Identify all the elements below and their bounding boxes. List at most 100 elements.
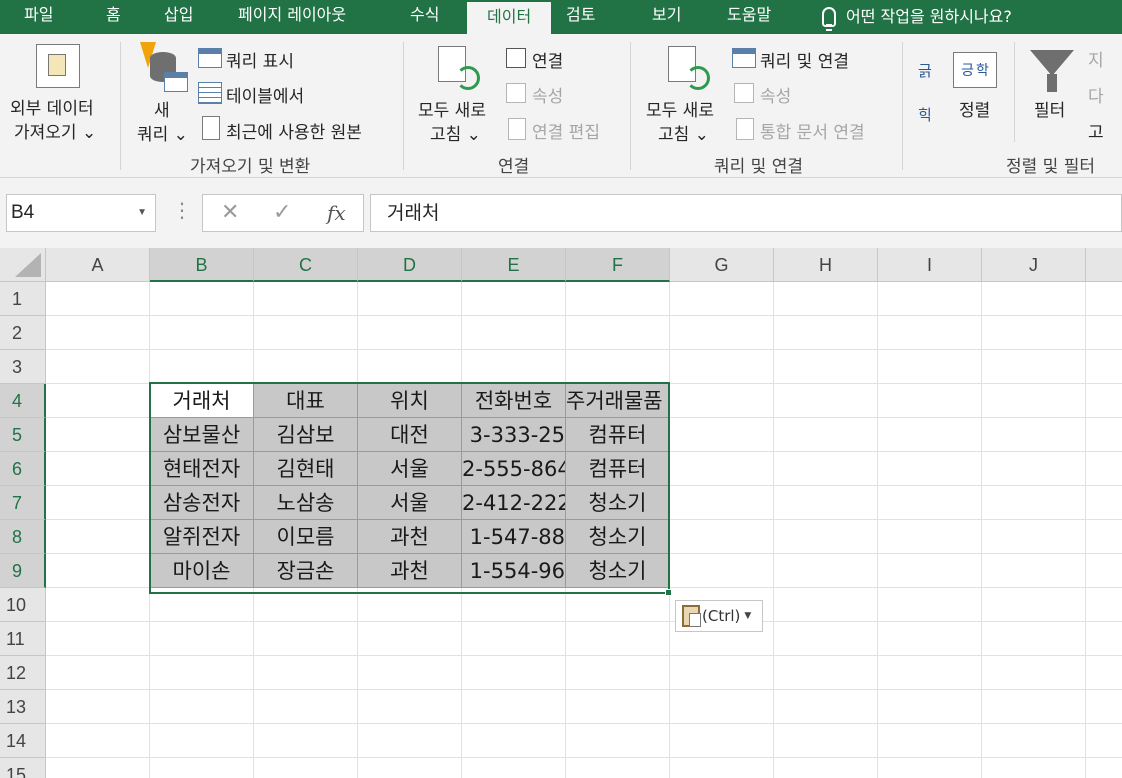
gridline: [877, 282, 878, 778]
cell-c4[interactable]: 대표: [254, 384, 358, 418]
column-header-k-partial[interactable]: [1086, 248, 1122, 282]
column-header-j[interactable]: J: [982, 248, 1086, 282]
tab-view[interactable]: 보기: [652, 0, 681, 34]
chevron-down-icon: ▼: [744, 611, 752, 621]
cell-e7[interactable]: 2-412-222: [462, 486, 566, 520]
row-header-8[interactable]: 8: [0, 520, 46, 554]
cancel-icon[interactable]: ✕: [221, 195, 239, 231]
row-header-15[interactable]: 15: [0, 758, 46, 778]
enter-icon[interactable]: ✓: [273, 195, 291, 231]
cell-b4[interactable]: 거래처: [150, 384, 254, 418]
drag-handle-icon[interactable]: ⋮: [172, 200, 192, 220]
advanced-filter-label: 고: [1088, 123, 1104, 143]
row-header-4[interactable]: 4: [0, 384, 46, 418]
cell-c9[interactable]: 장금손: [254, 554, 358, 588]
gridline: [46, 757, 1122, 758]
column-header-f[interactable]: F: [566, 248, 670, 282]
select-all-button[interactable]: [0, 248, 46, 282]
column-header-c[interactable]: C: [254, 248, 358, 282]
cell-f8[interactable]: 청소기: [566, 520, 670, 554]
edit-links-icon: [508, 118, 526, 140]
cell-d5[interactable]: 대전: [358, 418, 462, 452]
cell-d6[interactable]: 서울: [358, 452, 462, 486]
cell-b9[interactable]: 마이손: [150, 554, 254, 588]
row-header-13[interactable]: 13: [0, 690, 46, 724]
group-label-queries-connections: 쿼리 및 연결: [714, 157, 804, 177]
tab-data[interactable]: 데이터: [467, 0, 552, 34]
cell-e8[interactable]: 1-547-88: [462, 520, 566, 554]
row-header-5[interactable]: 5: [0, 418, 46, 452]
gridline: [981, 282, 982, 778]
cell-f9[interactable]: 청소기: [566, 554, 670, 588]
cell-e4[interactable]: 전화번호: [462, 384, 566, 418]
name-box[interactable]: B4 ▼: [6, 194, 156, 232]
column-header-d[interactable]: D: [358, 248, 462, 282]
tab-file[interactable]: 파일: [24, 0, 53, 34]
row-header-6[interactable]: 6: [0, 452, 46, 486]
row-header-14[interactable]: 14: [0, 724, 46, 758]
column-header-e[interactable]: E: [462, 248, 566, 282]
show-queries-label: 쿼리 표시: [226, 52, 294, 72]
column-header-a[interactable]: A: [46, 248, 150, 282]
row-header-9[interactable]: 9: [0, 554, 46, 588]
row-header-11[interactable]: 11: [0, 622, 46, 656]
tab-formulas[interactable]: 수식: [410, 0, 439, 34]
cell-c6[interactable]: 김현태: [254, 452, 358, 486]
cell-c7[interactable]: 노삼송: [254, 486, 358, 520]
row-header-2[interactable]: 2: [0, 316, 46, 350]
cell-c5[interactable]: 김삼보: [254, 418, 358, 452]
group-divider: [120, 42, 121, 170]
menu-bar: 파일 홈 삽입 페이지 레이아웃 수식 데이터 검토 보기 도움말 어떤 작업을…: [0, 0, 1122, 34]
row-header-3[interactable]: 3: [0, 350, 46, 384]
tab-review[interactable]: 검토: [566, 0, 595, 34]
group-divider: [403, 42, 404, 170]
cell-c8[interactable]: 이모름: [254, 520, 358, 554]
group-divider: [1014, 42, 1015, 142]
cell-e9[interactable]: 1-554-96: [462, 554, 566, 588]
row-header-1[interactable]: 1: [0, 282, 46, 316]
cell-f6[interactable]: 컴퓨터: [566, 452, 670, 486]
cell-d7[interactable]: 서울: [358, 486, 462, 520]
cell-e5[interactable]: 3-333-25: [462, 418, 566, 452]
properties-label-2: 속성: [760, 87, 792, 107]
group-label-connections: 연결: [498, 157, 530, 177]
new-query-label-2: 쿼리 ⌄: [137, 125, 188, 145]
formula-input[interactable]: 거래처: [370, 194, 1122, 232]
cell-d4[interactable]: 위치: [358, 384, 462, 418]
worksheet-grid[interactable]: A B C D E F G H I J 1 2 3 4 5 6 7 8 9 10…: [0, 248, 1122, 778]
insert-function-icon[interactable]: fx: [327, 195, 346, 231]
row-header-7[interactable]: 7: [0, 486, 46, 520]
cell-d8[interactable]: 과천: [358, 520, 462, 554]
column-header-g[interactable]: G: [670, 248, 774, 282]
cell-b8[interactable]: 알쥐전자: [150, 520, 254, 554]
from-table-icon: [198, 82, 222, 104]
column-header-b[interactable]: B: [150, 248, 254, 282]
edit-links-label: 연결 편집: [532, 123, 600, 143]
cell-f7[interactable]: 청소기: [566, 486, 670, 520]
gridline: [46, 349, 1122, 350]
formula-buttons: ✕ ✓ fx: [202, 194, 364, 232]
fill-handle[interactable]: [665, 589, 672, 596]
cell-d9[interactable]: 과천: [358, 554, 462, 588]
row-header-10[interactable]: 10: [0, 588, 46, 622]
cell-b7[interactable]: 삼송전자: [150, 486, 254, 520]
chevron-down-icon[interactable]: ▼: [137, 195, 147, 231]
tell-me-search[interactable]: 어떤 작업을 원하시나요?: [822, 0, 1012, 34]
cell-f5[interactable]: 컴퓨터: [566, 418, 670, 452]
row-header-12[interactable]: 12: [0, 656, 46, 690]
refresh-icon: [456, 66, 480, 90]
sort-icon-left-text: 긍: [961, 63, 974, 79]
tab-insert[interactable]: 삽입: [164, 0, 193, 34]
cell-f4[interactable]: 주거래물품: [566, 384, 670, 418]
cell-b6[interactable]: 현태전자: [150, 452, 254, 486]
cell-b5[interactable]: 삼보물산: [150, 418, 254, 452]
cell-e6[interactable]: 2-555-864: [462, 452, 566, 486]
column-header-i[interactable]: I: [878, 248, 982, 282]
tab-page-layout[interactable]: 페이지 레이아웃: [238, 0, 346, 34]
column-header-h[interactable]: H: [774, 248, 878, 282]
group-label-get-transform: 가져오기 및 변환: [190, 157, 311, 177]
get-external-label-1: 외부 데이터: [10, 99, 94, 119]
tab-help[interactable]: 도움말: [727, 0, 771, 34]
tab-home[interactable]: 홈: [106, 0, 121, 34]
paste-options-button[interactable]: (Ctrl) ▼: [675, 600, 763, 632]
